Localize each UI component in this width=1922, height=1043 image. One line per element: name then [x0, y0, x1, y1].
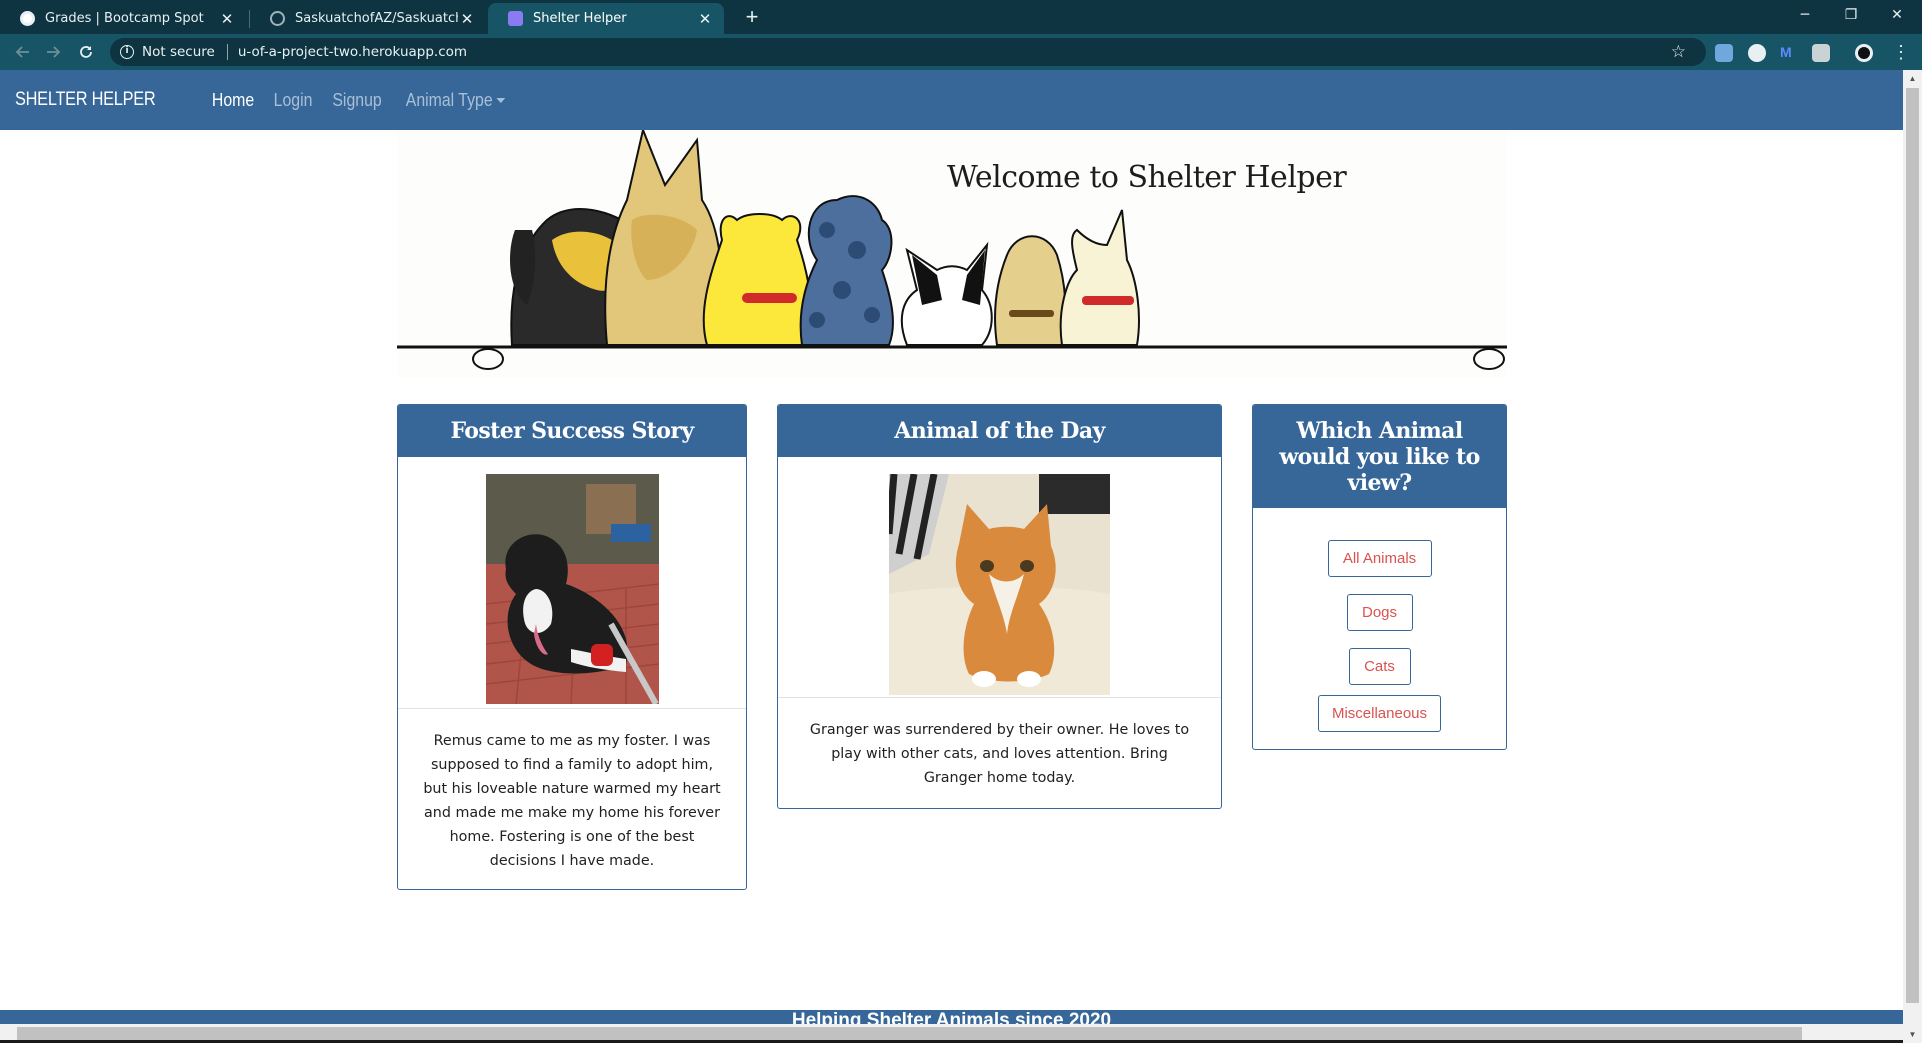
footer-text: Helping Shelter Animals since 2020 — [791, 1010, 1112, 1024]
info-icon[interactable]: i — [120, 45, 134, 59]
github-icon — [270, 11, 285, 26]
address-bar[interactable]: i Not secure u-of-a-project-two.herokuap… — [110, 38, 1706, 66]
browser-toolbar: i Not secure u-of-a-project-two.herokuap… — [0, 34, 1922, 70]
card-title: Foster Success Story — [398, 405, 746, 457]
dogs-button[interactable]: Dogs — [1346, 594, 1413, 631]
extension-m-icon[interactable]: M — [1780, 44, 1798, 62]
all-animals-button[interactable]: All Animals — [1327, 540, 1432, 577]
scrollbar-thumb[interactable] — [1906, 88, 1919, 1003]
extension-grey-icon[interactable] — [1812, 44, 1830, 62]
dog-cream — [1059, 209, 1140, 346]
extension-circle-icon[interactable] — [1748, 44, 1766, 62]
back-arrow-icon — [15, 46, 29, 58]
card-title: Animal of the Day — [778, 405, 1221, 457]
tab-title: Grades | Bootcamp Spot — [45, 11, 204, 26]
tab-grades[interactable]: Grades | Bootcamp Spot ✕ — [0, 3, 246, 34]
card-image-container — [778, 457, 1221, 698]
caret-down-icon — [496, 98, 506, 104]
restore-button[interactable]: ❐ — [1828, 0, 1874, 30]
dog-tan — [994, 235, 1067, 346]
nav-link-home[interactable]: Home — [206, 90, 261, 111]
miscellaneous-button[interactable]: Miscellaneous — [1318, 695, 1441, 732]
forward-button[interactable] — [40, 38, 68, 66]
card-image-container — [398, 457, 746, 709]
animal-of-the-day-card: Animal of the Day Granger was surrendere… — [777, 404, 1222, 809]
close-icon[interactable]: ✕ — [696, 10, 714, 28]
url-text: u-of-a-project-two.herokuapp.com — [237, 44, 468, 60]
hero-banner: Welcome to Shelter Helper — [397, 130, 1507, 378]
tab-shelter-helper[interactable]: Shelter Helper ✕ — [488, 3, 724, 34]
vertical-scrollbar[interactable]: ▲ ▼ — [1903, 70, 1922, 1043]
signature-left-icon — [472, 348, 504, 370]
scroll-down-icon[interactable]: ▼ — [1903, 1026, 1922, 1043]
forward-arrow-icon — [47, 46, 61, 58]
extension-cast-icon[interactable] — [1715, 44, 1733, 62]
reload-button[interactable] — [72, 38, 100, 66]
omnibox-divider — [226, 44, 228, 60]
not-secure-label: Not secure — [142, 44, 215, 60]
tab-title: SaskuatchofAZ/SaskuatchofAZ.g — [295, 11, 458, 26]
cat-photo — [889, 474, 1110, 695]
foster-success-card: Foster Success Story Remus came to me as… — [397, 404, 747, 890]
animal-button-group: All Animals Dogs Cats Miscellaneous — [1253, 508, 1506, 732]
navbar-brand[interactable]: SHELTER HELPER — [15, 89, 156, 111]
reload-icon — [80, 46, 92, 58]
profile-avatar-icon[interactable] — [1855, 44, 1873, 62]
nav-link-signup[interactable]: Signup — [327, 90, 389, 111]
dog-yellow — [702, 213, 813, 346]
nav-dropdown-animal-type[interactable]: Animal Type — [400, 90, 512, 111]
horizontal-scrollbar[interactable] — [0, 1024, 1903, 1043]
back-button[interactable] — [8, 38, 36, 66]
minimize-button[interactable]: ─ — [1782, 0, 1828, 30]
tab-title: Shelter Helper — [533, 11, 627, 26]
bootcamp-spot-icon — [20, 11, 35, 26]
site-footer: Helping Shelter Animals since 2020 — [0, 1010, 1903, 1024]
nav-link-login[interactable]: Login — [268, 90, 319, 111]
cats-button[interactable]: Cats — [1348, 648, 1411, 685]
card-title: Which Animal would you like to view? — [1253, 405, 1506, 508]
dropdown-label: Animal Type — [406, 89, 494, 110]
site-navbar: SHELTER HELPER Home Login Signup Animal … — [0, 70, 1903, 130]
scroll-up-icon[interactable]: ▲ — [1903, 70, 1922, 87]
card-text: Granger was surrendered by their owner. … — [809, 722, 1190, 786]
hero-title: Welcome to Shelter Helper — [947, 160, 1347, 195]
close-icon[interactable]: ✕ — [218, 10, 236, 28]
bookmark-star-icon[interactable]: ☆ — [1671, 42, 1686, 62]
menu-kebab-icon[interactable]: ⋮ — [1892, 42, 1910, 62]
scrollbar-thumb[interactable] — [17, 1027, 1802, 1040]
browser-tab-strip: Grades | Bootcamp Spot ✕ SaskuatchofAZ/S… — [0, 0, 1922, 34]
tab-github[interactable]: SaskuatchofAZ/SaskuatchofAZ.g ✕ — [250, 3, 486, 34]
signature-right-icon — [1473, 348, 1505, 370]
close-icon[interactable]: ✕ — [458, 10, 476, 28]
new-tab-button[interactable]: + — [738, 3, 766, 31]
card-text: Remus came to me as my foster. I was sup… — [423, 733, 721, 869]
close-window-button[interactable]: ✕ — [1874, 0, 1920, 30]
shelter-helper-icon — [508, 11, 523, 26]
dog-photo — [485, 474, 659, 704]
which-animal-card: Which Animal would you like to view? All… — [1252, 404, 1507, 750]
